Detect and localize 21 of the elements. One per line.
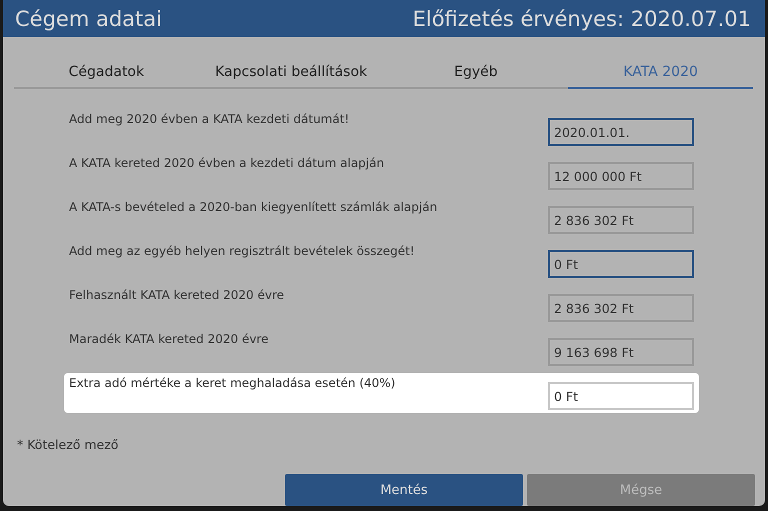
field-label: Extra adó mértéke a keret meghaladása esetén (40%) <box>69 376 396 390</box>
input-field[interactable]: 2020.01.01. <box>548 118 694 146</box>
tab[interactable]: Egyéb <box>384 58 568 89</box>
input-field[interactable]: 0 Ft <box>548 250 694 278</box>
save-button[interactable]: Mentés <box>285 474 523 506</box>
input-field[interactable]: 2 836 302 Ft <box>548 206 694 234</box>
input-field[interactable]: 2 836 302 Ft <box>548 294 694 322</box>
field-label: A KATA kereted 2020 évben a kezdeti dátum alapján <box>69 156 384 170</box>
field-label: A KATA-s bevételed a 2020-ban kiegyenlített számlák alapján <box>69 200 438 214</box>
field-label: Add meg 2020 évben a KATA kezdeti dátumát! <box>69 112 350 126</box>
field-label: Felhasznált KATA kereted 2020 évre <box>69 288 284 302</box>
tab[interactable]: Kapcsolati beállítások <box>198 58 384 89</box>
subscription-date: Előfizetés érvényes: 2020.07.01 <box>412 6 751 30</box>
field-label: Add meg az egyéb helyen regisztrált bevételek összegét! <box>69 244 415 258</box>
field-label: Maradék KATA kereted 2020 évre <box>69 332 268 346</box>
input-field[interactable]: 9 163 698 Ft <box>548 338 694 366</box>
input-field[interactable]: 0 Ft <box>548 382 694 410</box>
window-title: Cégem adatai <box>15 6 162 30</box>
tab[interactable]: Cégadatok <box>14 58 199 89</box>
required-note: * Kötelező mező <box>17 437 120 452</box>
input-field[interactable]: 12 000 000 Ft <box>548 162 694 190</box>
